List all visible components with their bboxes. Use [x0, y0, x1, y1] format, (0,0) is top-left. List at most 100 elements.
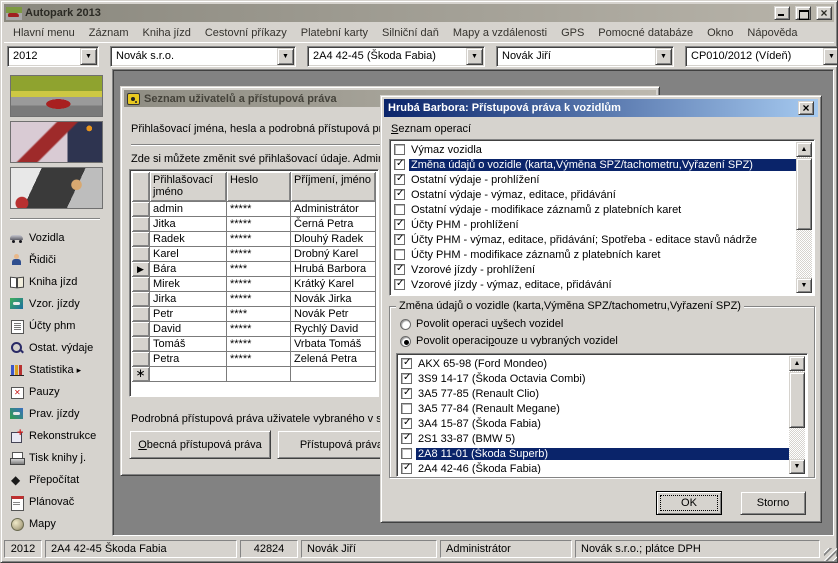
toolbar-combo[interactable]: 2A4 42-45 (Škoda Fabia): [307, 46, 485, 67]
vehicle-checkbox[interactable]: [401, 358, 412, 369]
operation-item[interactable]: Ostatní výdaje - modifikace záznamů z pl…: [392, 202, 796, 217]
vehicle-item[interactable]: 3A5 77-85 (Renault Clio): [399, 386, 789, 401]
user-row[interactable]: Petra ***** Zelená Petra: [132, 352, 376, 367]
user-row[interactable]: Radek ***** Dlouhý Radek: [132, 232, 376, 247]
sidebar-item[interactable]: Tisk knihy j.: [10, 447, 112, 469]
operation-item[interactable]: Změna údajů o vozidle (karta,Výměna SPZ/…: [392, 157, 796, 172]
dropdown-arrow-icon[interactable]: [655, 48, 672, 65]
menu-item[interactable]: Mapy a vzdálenosti: [446, 25, 554, 41]
menu-item[interactable]: Platební karty: [294, 25, 375, 41]
vehicle-checkbox[interactable]: [401, 448, 412, 459]
sidebar-item[interactable]: Přepočítat: [10, 469, 112, 491]
operation-checkbox[interactable]: [394, 264, 405, 275]
resize-grip[interactable]: [824, 548, 837, 561]
password-cell[interactable]: *****: [227, 247, 291, 262]
operation-item[interactable]: Účty PHM - modifikace záznamů z platební…: [392, 247, 796, 262]
user-row[interactable]: admin ***** Administrátor: [132, 202, 376, 217]
vehicle-item[interactable]: 2A8 11-01 (Škoda Superb): [399, 446, 789, 461]
name-cell[interactable]: Rychlý David: [291, 322, 376, 337]
scroll-thumb[interactable]: [796, 158, 812, 230]
login-cell[interactable]: Mirek: [150, 277, 227, 292]
row-selector[interactable]: [132, 352, 150, 367]
sidebar-item[interactable]: Mapy: [10, 513, 112, 535]
user-row[interactable]: Bára **** Hrubá Barbora: [132, 262, 376, 277]
menu-item[interactable]: Pomocné databáze: [591, 25, 700, 41]
operation-item[interactable]: Vzorové jízdy - výmaz, editace, přidáván…: [392, 277, 796, 292]
operation-item[interactable]: Účty PHM - výmaz, editace, přidávání; Sp…: [392, 232, 796, 247]
dropdown-arrow-icon[interactable]: [277, 48, 294, 65]
vehicles-scrollbar[interactable]: [789, 356, 805, 474]
sidebar-item[interactable]: Řidiči: [10, 249, 112, 271]
operation-item[interactable]: Ostatní výdaje - prohlížení: [392, 172, 796, 187]
vehicle-item[interactable]: 3S9 14-17 (Škoda Octavia Combi): [399, 371, 789, 386]
name-cell[interactable]: Zelená Petra: [291, 352, 376, 367]
new-user-row[interactable]: ∗: [132, 367, 376, 382]
row-selector[interactable]: [132, 307, 150, 322]
header-name[interactable]: Příjmení, jméno: [291, 172, 376, 202]
header-login[interactable]: Přihlašovací jméno: [150, 172, 227, 202]
name-cell[interactable]: Vrbata Tomáš: [291, 337, 376, 352]
login-cell[interactable]: Petra: [150, 352, 227, 367]
operation-checkbox[interactable]: [394, 204, 405, 215]
radio-all-vehicles[interactable]: Povolit operaci u všech vozidel: [400, 318, 563, 330]
password-cell[interactable]: ****: [227, 307, 291, 322]
password-cell[interactable]: *****: [227, 322, 291, 337]
toolbar-combo[interactable]: Novák s.r.o.: [110, 46, 296, 67]
vehicle-item[interactable]: 3A5 77-84 (Renault Megane): [399, 401, 789, 416]
password-cell[interactable]: *****: [227, 277, 291, 292]
menu-item[interactable]: Cestovní příkazy: [198, 25, 294, 41]
dialog-close-button[interactable]: [798, 101, 814, 115]
sidebar-item[interactable]: Pauzy: [10, 381, 112, 403]
user-row[interactable]: Jitka ***** Černá Petra: [132, 217, 376, 232]
vehicle-checkbox[interactable]: [401, 403, 412, 414]
radio-selected-vehicles[interactable]: Povolit operaci pouze u vybraných vozide…: [400, 335, 618, 347]
cancel-button[interactable]: Storno: [740, 491, 806, 515]
new-row-marker-icon[interactable]: ∗: [132, 367, 150, 382]
row-selector[interactable]: [132, 232, 150, 247]
radio-icon[interactable]: [400, 319, 411, 330]
name-cell[interactable]: Novák Petr: [291, 307, 376, 322]
dropdown-arrow-icon[interactable]: [823, 48, 838, 65]
scroll-up-icon[interactable]: [796, 142, 812, 157]
vehicle-item[interactable]: AKX 65-98 (Ford Mondeo): [399, 356, 789, 371]
user-row[interactable]: Karel ***** Drobný Karel: [132, 247, 376, 262]
operation-checkbox[interactable]: [394, 144, 405, 155]
login-cell[interactable]: Karel: [150, 247, 227, 262]
password-cell[interactable]: *****: [227, 292, 291, 307]
operation-item[interactable]: Vzorové jízdy - prohlížení: [392, 262, 796, 277]
menu-item[interactable]: GPS: [554, 25, 591, 41]
sidebar-item[interactable]: Vzor. jízdy: [10, 293, 112, 315]
operation-checkbox[interactable]: [394, 159, 405, 170]
maximize-button[interactable]: [795, 6, 811, 20]
scroll-thumb[interactable]: [789, 372, 805, 428]
toolbar-combo[interactable]: 2012: [7, 46, 99, 67]
radio-icon[interactable]: [400, 336, 411, 347]
vehicle-checkbox[interactable]: [401, 373, 412, 384]
sidebar-item[interactable]: Rekonstrukce: [10, 425, 112, 447]
operation-checkbox[interactable]: [394, 174, 405, 185]
sidebar-item[interactable]: Plánovač: [10, 491, 112, 513]
menu-item[interactable]: Záznam: [82, 25, 136, 41]
vehicle-checkbox[interactable]: [401, 388, 412, 399]
password-cell[interactable]: *****: [227, 337, 291, 352]
row-selector[interactable]: [132, 217, 150, 232]
row-selector[interactable]: [132, 262, 150, 277]
operation-item[interactable]: Výmaz vozidla: [392, 142, 796, 157]
login-cell[interactable]: admin: [150, 202, 227, 217]
vehicle-checkbox[interactable]: [401, 433, 412, 444]
login-cell[interactable]: Radek: [150, 232, 227, 247]
user-row[interactable]: David ***** Rychlý David: [132, 322, 376, 337]
row-selector[interactable]: [132, 277, 150, 292]
row-selector[interactable]: [132, 292, 150, 307]
password-cell[interactable]: *****: [227, 202, 291, 217]
sidebar-item[interactable]: Vozidla: [10, 227, 112, 249]
name-cell[interactable]: Dlouhý Radek: [291, 232, 376, 247]
menu-item[interactable]: Silniční daň: [375, 25, 446, 41]
login-cell[interactable]: Tomáš: [150, 337, 227, 352]
vehicle-item[interactable]: 2A4 42-46 (Škoda Fabia): [399, 461, 789, 474]
login-cell[interactable]: Bára: [150, 262, 227, 277]
user-row[interactable]: Jirka ***** Novák Jirka: [132, 292, 376, 307]
vehicle-checkbox[interactable]: [401, 463, 412, 474]
login-cell[interactable]: Jitka: [150, 217, 227, 232]
menu-item[interactable]: Hlavní menu: [6, 25, 82, 41]
